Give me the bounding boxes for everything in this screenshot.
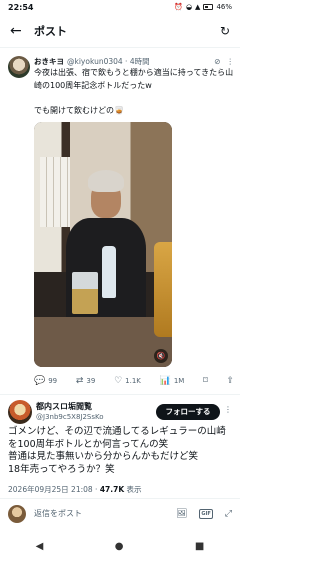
back-arrow-icon[interactable]: ← [10,23,28,39]
post-actions: 💬 99 ⇄ 39 ♡ 1.1K 📊 1M ⌑ ⇪ [34,376,234,386]
divider [0,394,240,395]
chart-icon: 📊 [159,376,171,386]
post-menu: ⊘ ⋮ [214,57,234,66]
reply-button[interactable]: 💬 99 [34,376,57,386]
status-icons: ⏰ ◒ ▲ 46% [174,3,232,11]
signal-icon: ▲ [195,3,201,11]
video-table [34,317,172,367]
back-nav-icon[interactable]: ◀ [36,541,44,552]
views-button[interactable]: 📊 1M [160,376,185,386]
author-name[interactable]: おきキヨ [34,56,64,67]
wifi-icon: ◒ [185,3,193,11]
heart-icon: ♡ [114,376,123,386]
home-nav-icon[interactable]: ● [115,541,124,552]
recents-nav-icon[interactable]: ■ [195,541,204,552]
avatar[interactable] [8,400,32,424]
view-count: 47.7K [99,485,125,494]
author-handle: @kiyokun0304 · 4時間 [67,57,150,66]
bookmark-button[interactable]: ⌑ [203,376,208,386]
retweet-button[interactable]: ⇄ 39 [76,376,95,386]
page-title: ポスト [34,24,67,38]
share-icon: ⇪ [226,376,234,386]
view-label: 表示 [124,485,142,494]
refresh-icon[interactable]: ↻ [220,24,230,38]
retweet-icon: ⇄ [75,376,84,386]
more-icon[interactable]: ⋮ [224,405,232,414]
video-whisky-bottle [154,242,172,337]
mute-icon[interactable]: 🔇 [154,349,168,363]
post-text: 今夜は出張、宿で飲もうと棚から適当に持ってきたら山崎の100周年記念ボトルだった… [34,68,234,115]
bookmark-icon: ⌑ [203,376,208,386]
avatar [8,504,26,523]
composer-icons: 🖼 GIF ⤢ [176,508,232,519]
reply-composer: 返信をポスト 🖼 GIF ⤢ [0,498,240,528]
grok-icon[interactable]: ⊘ [214,57,220,66]
top-header: ← ポスト ↻ [0,14,240,48]
post-video[interactable]: 🔇 [34,122,172,367]
system-nav-bar: ◀ ● ■ [0,531,240,561]
avatar[interactable] [8,56,30,78]
expand-icon[interactable]: ⤢ [225,509,232,519]
alarm-icon: ⏰ [174,3,183,11]
reply-icon: 💬 [34,376,46,386]
reply-input[interactable]: 返信をポスト [34,508,176,519]
post-text: ゴメンけど、その辺で流通してるレギュラーの山崎を100周年ボトルとか何言ってんの… [8,426,226,475]
follow-button[interactable]: フォローする [156,404,220,420]
battery-level: 46% [216,3,232,11]
post-header: おきキヨ @kiyokun0304 · 4時間 ⊘ ⋮ [34,56,234,67]
author-name[interactable]: 都内スロ垢閲覧 [36,401,104,412]
post-date: 2026年09月25日 21:08 · [8,485,100,494]
author-handle[interactable]: @J3nb9c5X8J2SsKo [36,413,104,421]
like-button[interactable]: ♡ 1.1K [114,376,141,386]
post-meta: 2026年09月25日 21:08 · 47.7K 表示 [8,484,142,495]
battery-icon [203,4,214,10]
gif-icon[interactable]: GIF [199,508,213,519]
post-header: 都内スロ垢閲覧 @J3nb9c5X8J2SsKo [36,401,104,421]
share-button[interactable]: ⇪ [226,376,234,386]
video-glass [72,272,98,314]
image-icon[interactable]: 🖼 [176,509,187,519]
video-water-bottle [102,246,116,298]
status-time: 22:54 [8,2,34,12]
status-bar: 22:54 ⏰ ◒ ▲ 46% [0,0,240,14]
more-icon[interactable]: ⋮ [227,57,235,66]
